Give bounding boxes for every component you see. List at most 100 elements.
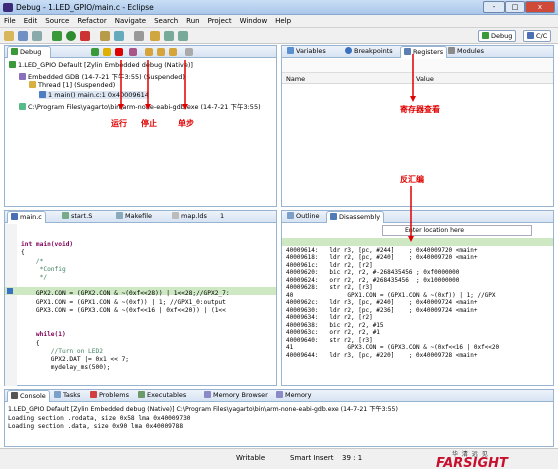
disassembly-listing[interactable]: 40009614: ldr r3, [pc, #244] ; 0x4000972… <box>286 239 499 359</box>
tab-makefile[interactable]: Makefile <box>113 211 155 223</box>
menu-search[interactable]: Search <box>150 15 182 27</box>
tab-memory[interactable]: Memory <box>273 390 314 402</box>
status-insert-mode: Smart Insert <box>290 454 334 462</box>
print-icon[interactable] <box>32 31 42 41</box>
tab-start-s-label: start.S <box>71 212 93 220</box>
tab-console[interactable]: Console <box>7 390 50 402</box>
title-bar: Debug - 1.LED_GPIO/main.c - Eclipse - □ … <box>0 0 558 15</box>
menu-navigate[interactable]: Navigate <box>111 15 150 27</box>
tab-tasks[interactable]: Tasks <box>51 390 83 402</box>
asm-file-icon <box>62 212 69 219</box>
external-tools-icon[interactable] <box>80 31 90 41</box>
disasm-line: 41 GPX3.CON = (GPX3.CON & ~(0xf<<16 | 0x… <box>286 344 500 351</box>
tab-map-lds-label: map.lds <box>181 212 207 220</box>
debug-view: Debug 1.LED_GPIO Default [Zylin Embedded… <box>4 45 277 207</box>
console-line: Loading section .data, size 0x90 lma 0x4… <box>8 423 184 431</box>
tab-outline-label: Outline <box>296 212 320 220</box>
annotation-step: 单步 <box>178 119 194 128</box>
maximize-button[interactable]: □ <box>505 1 525 13</box>
tab-problems[interactable]: Problems <box>87 390 132 402</box>
menu-window[interactable]: Window <box>236 15 272 27</box>
tab-main-c[interactable]: main.c <box>7 211 46 223</box>
console-icon <box>11 392 18 399</box>
tab-tasks-label: Tasks <box>63 391 81 399</box>
perspective-debug[interactable]: Debug <box>478 30 517 42</box>
open-type-icon[interactable] <box>100 31 110 41</box>
editor-view: main.c start.S Makefile map.lds 1 int ma… <box>4 210 277 386</box>
tab-console-label: Console <box>20 392 46 400</box>
console-output[interactable]: Loading section .rodata, size 0x58 lma 0… <box>8 415 191 431</box>
disasm-line: 4000963c: orr r2, r2, #1 <box>286 329 380 336</box>
code-line-12: while(1) <box>21 331 66 339</box>
annotation-registers: 寄存器查看 <box>400 105 440 114</box>
save-icon[interactable] <box>18 31 28 41</box>
tab-disassembly[interactable]: Disassembly <box>326 211 385 223</box>
disasm-line: 4000962c: ldr r3, [pc, #240] ; 0x4000972… <box>286 299 478 306</box>
perspective-debug-label: Debug <box>491 32 513 40</box>
console-tabstrip: Console Tasks Problems Executables Memor… <box>5 390 553 402</box>
console-line: Loading section .rodata, size 0x58 lma 0… <box>8 415 191 422</box>
back-icon[interactable] <box>164 31 174 41</box>
disassembly-tabstrip: Outline Disassembly <box>282 211 553 223</box>
run-icon[interactable] <box>66 31 76 41</box>
menu-file[interactable]: File <box>0 15 20 27</box>
makefile-icon <box>116 212 123 219</box>
tab-outline[interactable]: Outline <box>284 211 323 223</box>
menu-edit[interactable]: Edit <box>20 15 42 27</box>
tab-memory-browser[interactable]: Memory Browser <box>201 390 271 402</box>
tab-memory-label: Memory <box>285 391 312 399</box>
debug-icon[interactable] <box>52 31 62 41</box>
annotation-stop: 停止 <box>141 119 157 128</box>
code-line-4: *Config <box>21 265 66 273</box>
tab-problems-label: Problems <box>99 391 129 399</box>
tab-executables[interactable]: Executables <box>135 390 189 402</box>
code-line-1: int main(void) <box>21 241 74 249</box>
perspective-cc-label: C/C <box>536 32 548 40</box>
code-area[interactable]: int main(void) { /* *Config */ GPX2.CON … <box>21 233 230 372</box>
new-icon[interactable] <box>4 31 14 41</box>
disasm-arrow <box>408 186 414 242</box>
menu-bar: File Edit Source Refactor Navigate Search Run P… <box>0 15 558 28</box>
status-writable: Writable <box>236 454 266 462</box>
disasm-line: 40009634: ldr r2, [r2] <box>286 314 373 321</box>
tab-memory-browser-label: Memory Browser <box>213 391 268 399</box>
menu-source[interactable]: Source <box>41 15 73 27</box>
close-button[interactable]: x <box>525 1 555 13</box>
tab-more[interactable]: 1 <box>217 211 227 223</box>
forward-icon[interactable] <box>178 31 188 41</box>
minimize-button[interactable]: - <box>483 1 505 13</box>
disasm-line: 40009640: str r2, [r3] <box>286 336 373 344</box>
code-line-13: { <box>21 339 40 347</box>
menu-refactor[interactable]: Refactor <box>73 15 110 27</box>
annotation-next-icon[interactable] <box>150 31 160 41</box>
menu-help[interactable]: Help <box>271 15 295 27</box>
status-cursor-position: 39 : 1 <box>342 454 363 462</box>
search-icon[interactable] <box>114 31 124 41</box>
disasm-line: 40009638: bic r2, r2, #15 <box>286 321 384 329</box>
disasm-line: 40009614: ldr r3, [pc, #244] ; 0x4000972… <box>286 246 478 254</box>
code-line-2: { <box>21 249 25 257</box>
menu-project[interactable]: Project <box>204 15 236 27</box>
tab-map-lds[interactable]: map.lds <box>169 211 210 223</box>
outline-icon <box>287 212 294 219</box>
disasm-line: 40009630: ldr r2, [pc, #236] ; 0x4000972… <box>286 306 478 314</box>
code-line-14: //Turn on LED2 <box>21 347 103 355</box>
tasks-icon <box>54 391 61 398</box>
toggle-breadcrumb-icon[interactable] <box>134 31 144 41</box>
disasm-line: 40009618: ldr r2, [pc, #240] ; 0x4000972… <box>286 254 478 261</box>
code-line-9: GPX3.CON = (GPX3.CON & ~(0xf<<16 | 0xf<<… <box>21 306 226 314</box>
perspective-cc[interactable]: C/C <box>523 30 552 42</box>
tab-executables-label: Executables <box>147 391 187 399</box>
disasm-line: 40 GPX1.CON = (GPX1.CON & ~(0xf)) | 1; /… <box>286 291 496 299</box>
disasm-line: 40009620: bic r2, r2, #-268435456 ; 0xf0… <box>286 269 460 276</box>
file-icon <box>172 212 179 219</box>
menu-run[interactable]: Run <box>182 15 203 27</box>
tab-makefile-label: Makefile <box>125 212 153 220</box>
disasm-line: 40009624: orr r2, r2, #268435456 ; 0x100… <box>286 276 460 284</box>
annotation-disasm: 反汇编 <box>400 175 424 184</box>
tab-start-s[interactable]: start.S <box>59 211 95 223</box>
disassembly-icon <box>330 213 337 220</box>
memory-icon <box>276 391 283 398</box>
executables-icon <box>138 391 145 398</box>
code-line-16: mydelay_ms(500); <box>21 364 111 372</box>
